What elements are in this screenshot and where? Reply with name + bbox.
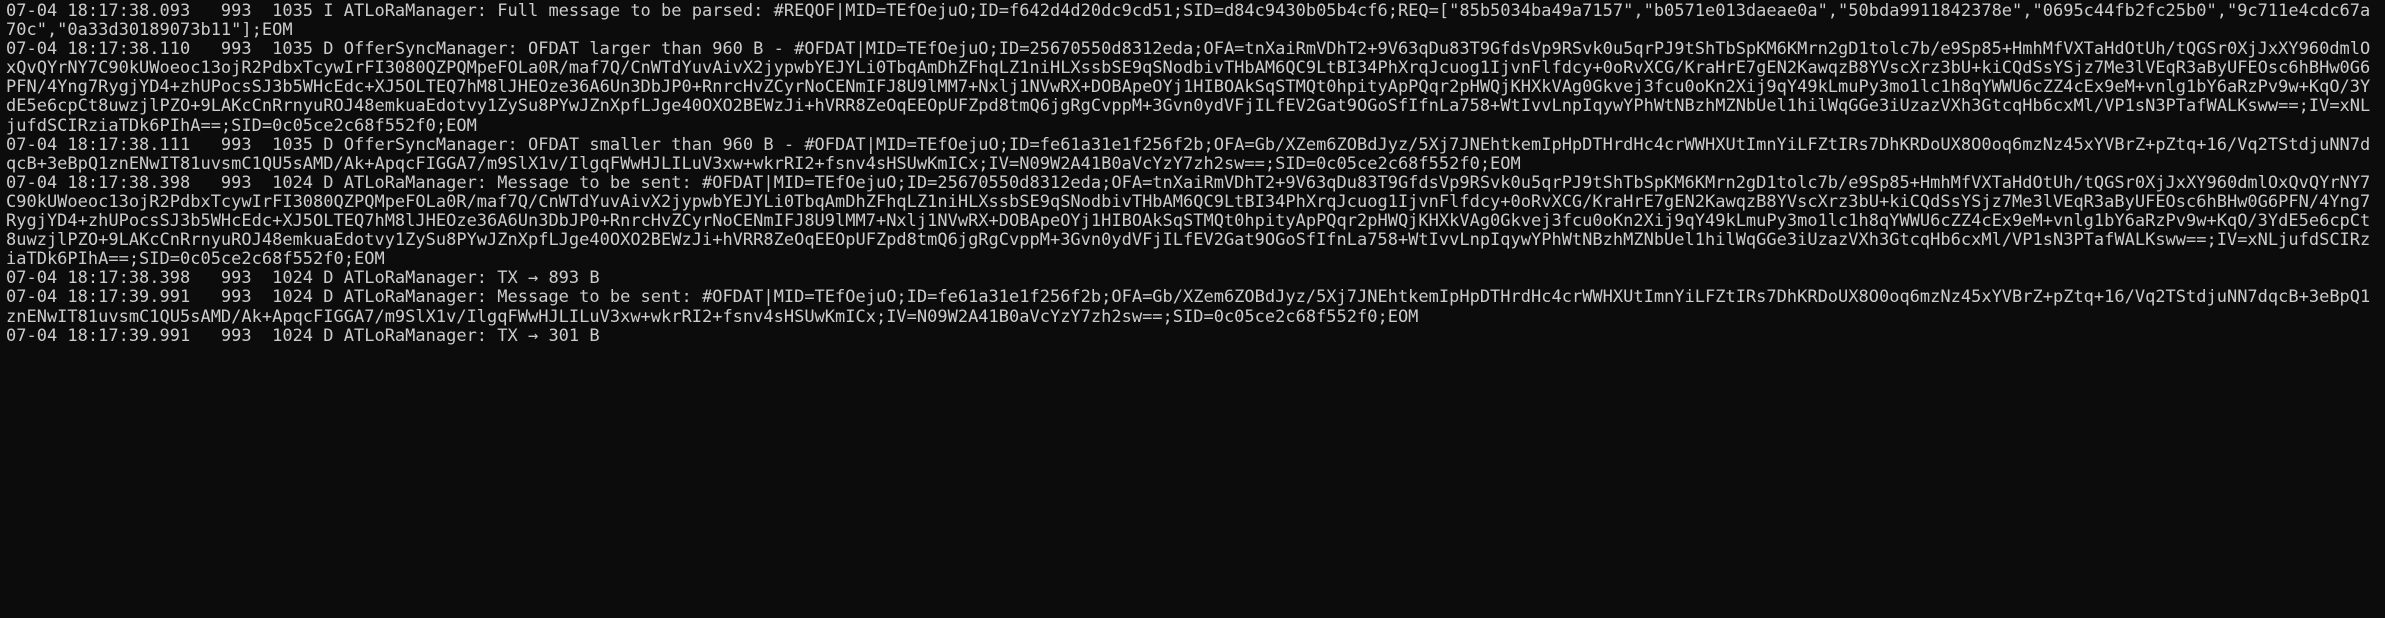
log-line: 07-04 18:17:38.110 993 1035 D OfferSyncM… [6, 39, 2371, 136]
log-line: 07-04 18:17:39.991 993 1024 D ATLoRaMana… [6, 325, 600, 346]
log-line: 07-04 18:17:38.093 993 1035 I ATLoRaMana… [6, 1, 2371, 41]
log-line: 07-04 18:17:39.991 993 1024 D ATLoRaMana… [6, 287, 2371, 327]
log-line: 07-04 18:17:38.398 993 1024 D ATLoRaMana… [6, 268, 600, 289]
log-line: 07-04 18:17:38.398 993 1024 D ATLoRaMana… [6, 172, 2371, 270]
terminal-output[interactable]: 07-04 18:17:38.093 993 1035 I ATLoRaMana… [0, 0, 2385, 618]
log-line: 07-04 18:17:38.111 993 1035 D OfferSyncM… [6, 134, 2371, 174]
